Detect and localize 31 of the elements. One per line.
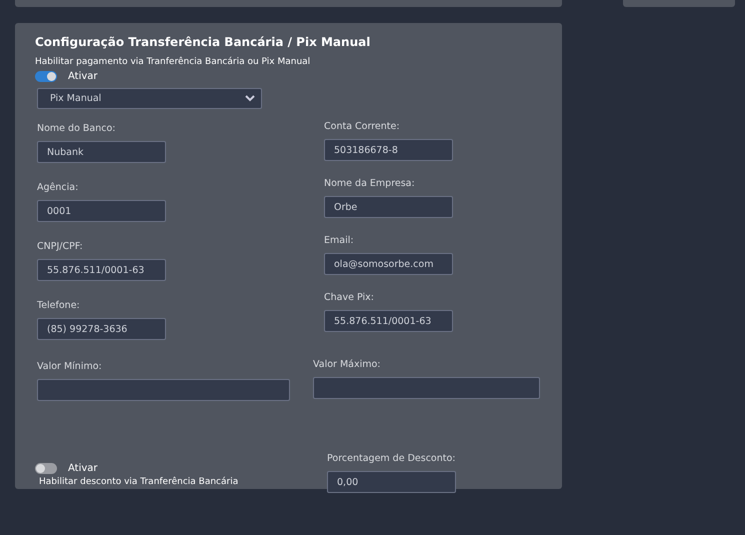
- toggle-switch[interactable]: [35, 71, 57, 82]
- field-label: Porcentagem de Desconto:: [327, 453, 456, 465]
- field-label: Chave Pix:: [324, 292, 375, 304]
- input-field[interactable]: ola@somosorbe.com: [324, 253, 453, 275]
- field-label: Agência:: [37, 182, 80, 194]
- field-label: CNPJ/CPF:: [37, 241, 84, 253]
- section-subtitle: Habilitar pagamento via Tranferência Bancária ou Pix Manual: [35, 57, 312, 67]
- section-title: Configuração Transferência Bancária / Pix Manual: [35, 35, 372, 49]
- method-dropdown[interactable]: Pix Manual: [37, 88, 262, 109]
- input-field[interactable]: 503186678-8: [324, 139, 453, 161]
- toggle-label: Ativar: [68, 71, 98, 82]
- field-label: Valor Mínimo:: [37, 361, 103, 373]
- input-field[interactable]: 55.876.511/0001-63: [37, 259, 166, 281]
- input-field[interactable]: Nubank: [37, 141, 166, 163]
- field-label: Telefone:: [37, 300, 81, 312]
- field-label: Nome do Banco:: [37, 123, 116, 135]
- input-field[interactable]: (85) 99278-3636: [37, 318, 166, 340]
- field-label: Email:: [324, 235, 355, 247]
- toggle-label: Ativar: [68, 463, 98, 474]
- field-label: Nome da Empresa:: [324, 178, 416, 190]
- field-label: Valor Máximo:: [313, 359, 382, 371]
- toggle-switch[interactable]: [35, 463, 57, 474]
- chevron-down-icon: [245, 95, 255, 102]
- input-field[interactable]: [313, 377, 540, 399]
- toggle-description: Habilitar desconto via Tranferência Bancária: [39, 477, 240, 487]
- input-field[interactable]: 0001: [37, 200, 166, 222]
- input-field[interactable]: 0,00: [327, 471, 456, 493]
- field-label: Conta Corrente:: [324, 121, 401, 133]
- input-field[interactable]: 55.876.511/0001-63: [324, 310, 453, 332]
- input-field[interactable]: Orbe: [324, 196, 453, 218]
- input-field[interactable]: [37, 379, 290, 401]
